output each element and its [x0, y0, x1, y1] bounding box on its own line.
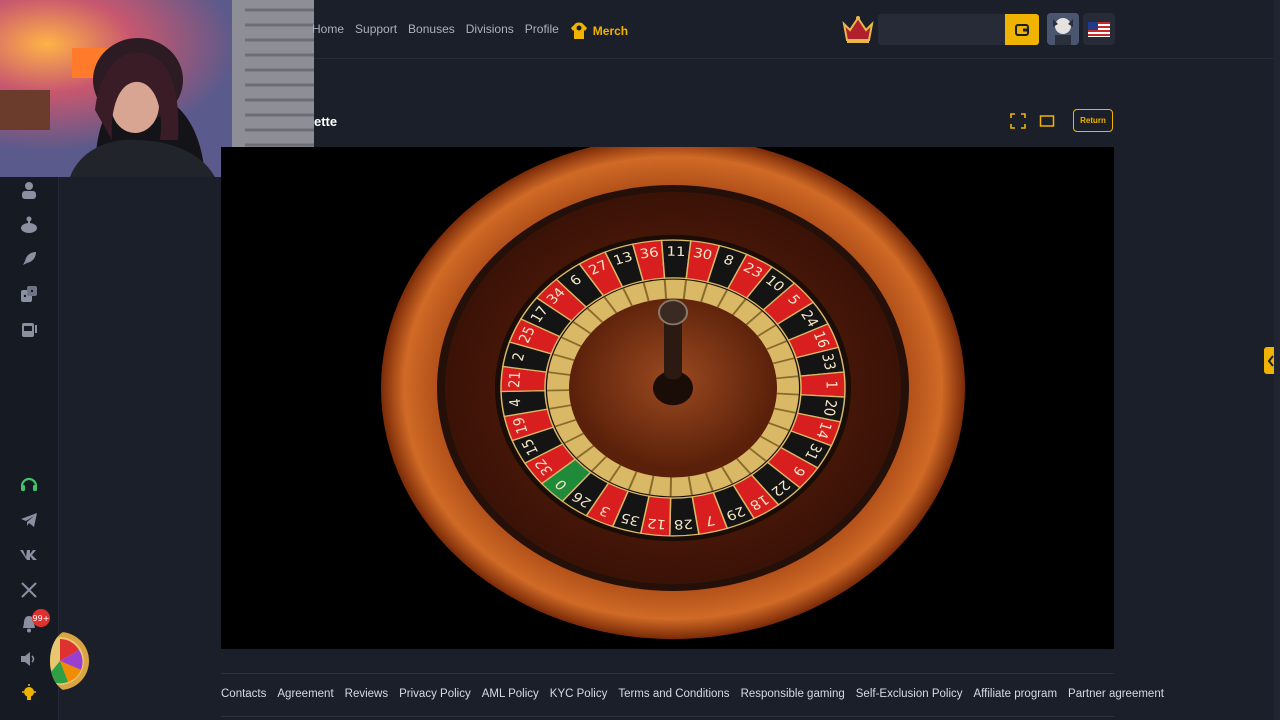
rocket-icon[interactable]	[19, 249, 39, 269]
main-nav: Home Support Bonuses Divisions Profile M…	[312, 22, 639, 40]
footer-link-responsible-gaming[interactable]: Responsible gaming	[741, 688, 845, 700]
footer-link-contacts[interactable]: Contacts	[221, 688, 266, 700]
nav-profile[interactable]: Profile	[525, 22, 559, 40]
roulette-wheel: 03215194212251734627 13 36 11 30 8 23105241633…	[381, 136, 965, 640]
user-icon[interactable]	[19, 180, 39, 200]
fortune-wheel-icon[interactable]	[50, 630, 90, 692]
avatar[interactable]	[1047, 13, 1079, 45]
footer-link-reviews[interactable]: Reviews	[345, 688, 388, 700]
nav-home[interactable]: Home	[312, 22, 344, 40]
nav-bonuses[interactable]: Bonuses	[408, 22, 455, 40]
footer-link-aml-policy[interactable]: AML Policy	[482, 688, 539, 700]
lightbulb-icon[interactable]	[19, 683, 39, 703]
top-navigation-bar: Home Support Bonuses Divisions Profile M…	[312, 0, 1280, 59]
footer-link-self-exclusion[interactable]: Self-Exclusion Policy	[856, 688, 963, 700]
page-scrollbar[interactable]	[1274, 0, 1280, 720]
telegram-icon[interactable]	[19, 510, 39, 530]
return-button[interactable]: Return	[1073, 109, 1113, 132]
vk-icon[interactable]	[19, 545, 39, 565]
wheel-number: 30	[692, 246, 714, 264]
wheel-number: 20	[819, 399, 839, 417]
fullscreen-icon[interactable]	[1010, 113, 1026, 129]
speaker-icon[interactable]	[19, 649, 39, 669]
dice-icon[interactable]	[19, 284, 39, 304]
wheel-number: 21	[506, 371, 524, 388]
joystick-icon[interactable]	[19, 215, 39, 235]
footer-link-terms[interactable]: Terms and Conditions	[618, 688, 729, 700]
wheel-number: 28	[673, 516, 693, 532]
footer-link-agreement[interactable]: Agreement	[277, 688, 333, 700]
game-frame[interactable]: 0 32 15 19 4 21 2 25 17 34 6 27 13 36 11 30 8 23 10 5 24 16 33…	[221, 136, 1114, 649]
crown-rank-icon[interactable]	[841, 12, 875, 46]
balance-field[interactable]	[878, 14, 1006, 45]
hoodie-icon	[570, 22, 587, 39]
game-title: ette	[314, 114, 338, 129]
slot-machine-icon[interactable]	[19, 319, 39, 339]
wheel-number: 4	[507, 398, 525, 408]
footer-link-privacy-policy[interactable]: Privacy Policy	[399, 688, 471, 700]
theater-mode-icon[interactable]	[1039, 113, 1055, 129]
wheel-number: 12	[646, 515, 667, 531]
footer: Contacts Agreement Reviews Privacy Polic…	[221, 673, 1164, 717]
footer-link-affiliate[interactable]: Affiliate program	[974, 688, 1058, 700]
footer-link-kyc-policy[interactable]: KYC Policy	[550, 688, 608, 700]
x-icon[interactable]	[19, 580, 39, 600]
wheel-number: 1	[822, 381, 839, 390]
merch-label: Merch	[592, 24, 629, 38]
notification-badge: 99+	[32, 609, 50, 627]
wheel-number: 36	[639, 245, 660, 262]
wallet-icon	[1015, 23, 1029, 36]
us-flag-icon[interactable]	[1083, 13, 1115, 45]
footer-link-partner-agreement[interactable]: Partner agreement	[1068, 688, 1164, 700]
support-headset-icon[interactable]	[19, 475, 39, 495]
footer-links: Contacts Agreement Reviews Privacy Polic…	[221, 688, 1175, 700]
wheel-fret	[776, 392, 799, 396]
nav-divisions[interactable]: Divisions	[466, 22, 514, 40]
nav-merch[interactable]: Merch	[570, 22, 628, 40]
wheel-number: 33	[818, 352, 839, 371]
wallet-button[interactable]	[1005, 14, 1039, 45]
wheel-number: 11	[666, 245, 685, 260]
nav-support[interactable]: Support	[355, 22, 397, 40]
